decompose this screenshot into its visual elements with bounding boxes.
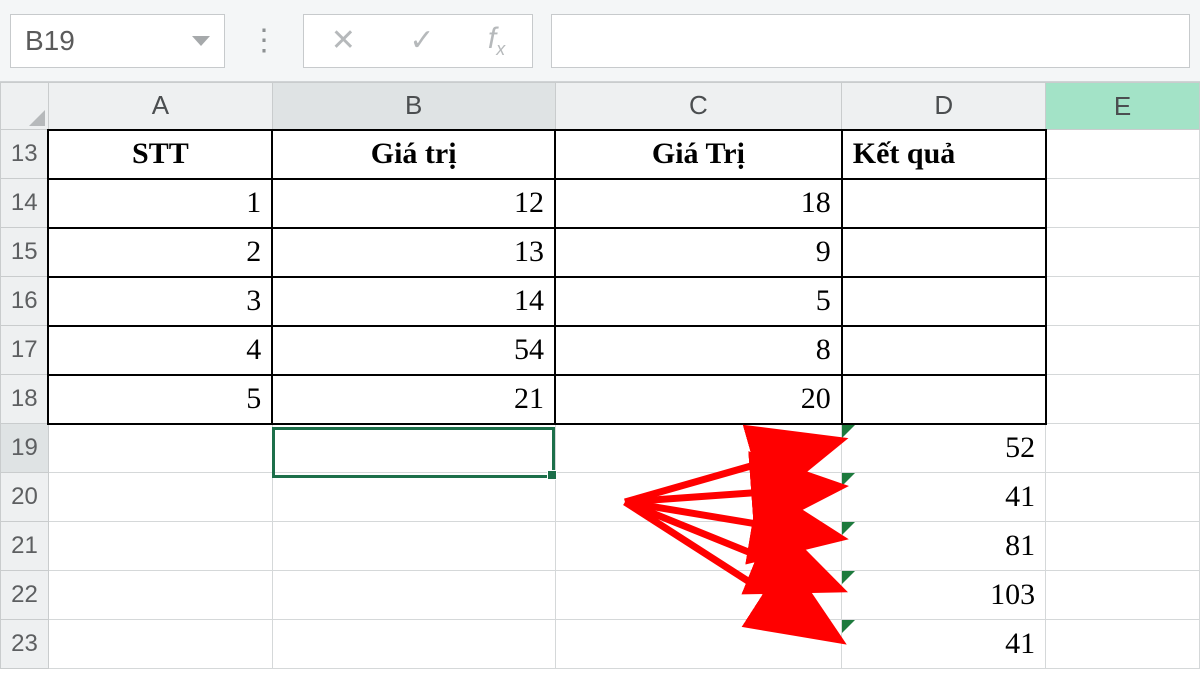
chevron-down-icon[interactable]: [192, 36, 210, 46]
row-header[interactable]: 13: [1, 130, 49, 179]
cell[interactable]: [555, 620, 842, 669]
formula-bar-buttons: ✕ ✓ fx: [303, 14, 533, 68]
row: 17 4 54 8: [1, 326, 1200, 375]
cell[interactable]: 8: [555, 326, 842, 375]
select-all-corner[interactable]: [1, 83, 49, 130]
row-header[interactable]: 14: [1, 179, 49, 228]
row-header[interactable]: 20: [1, 473, 49, 522]
row: 13 STT Giá trị Giá Trị Kết quả: [1, 130, 1200, 179]
cell[interactable]: 103: [842, 571, 1046, 620]
cell[interactable]: [48, 620, 272, 669]
row-header[interactable]: 23: [1, 620, 49, 669]
vertical-dots-icon[interactable]: ⋮: [243, 23, 285, 58]
row-header[interactable]: 21: [1, 522, 49, 571]
cell[interactable]: [842, 179, 1046, 228]
cell[interactable]: [272, 473, 555, 522]
cell[interactable]: 13: [272, 228, 555, 277]
cell[interactable]: [555, 522, 842, 571]
name-box[interactable]: B19: [10, 14, 225, 68]
cell[interactable]: Giá trị: [272, 130, 555, 179]
row-header[interactable]: 18: [1, 375, 49, 424]
cell[interactable]: 18: [555, 179, 842, 228]
cancel-icon[interactable]: ✕: [331, 23, 356, 58]
cell[interactable]: [1046, 522, 1200, 571]
cell[interactable]: 52: [842, 424, 1046, 473]
cell[interactable]: Kết quả: [842, 130, 1046, 179]
cell[interactable]: 21: [272, 375, 555, 424]
formula-bar-row: B19 ⋮ ✕ ✓ fx: [0, 0, 1200, 82]
cell[interactable]: [272, 571, 555, 620]
row: 19 52: [1, 424, 1200, 473]
cell[interactable]: [1046, 277, 1200, 326]
row: 21 81: [1, 522, 1200, 571]
row: 16 3 14 5: [1, 277, 1200, 326]
cell[interactable]: [842, 277, 1046, 326]
cell[interactable]: 12: [272, 179, 555, 228]
grid[interactable]: A B C D E 13 STT Giá trị Giá Trị Kết quả…: [0, 82, 1200, 669]
cell[interactable]: 20: [555, 375, 842, 424]
row: 20 41: [1, 473, 1200, 522]
col-header-B[interactable]: B: [272, 83, 555, 130]
col-header-C[interactable]: C: [555, 83, 842, 130]
name-box-value: B19: [25, 25, 75, 57]
worksheet[interactable]: A B C D E 13 STT Giá trị Giá Trị Kết quả…: [0, 82, 1200, 669]
cell[interactable]: [272, 620, 555, 669]
cell[interactable]: STT: [48, 130, 272, 179]
cell[interactable]: 1: [48, 179, 272, 228]
row: 15 2 13 9: [1, 228, 1200, 277]
row: 22 103: [1, 571, 1200, 620]
column-header-row: A B C D E: [1, 83, 1200, 130]
row: 18 5 21 20: [1, 375, 1200, 424]
cell[interactable]: [1046, 620, 1200, 669]
cell[interactable]: 14: [272, 277, 555, 326]
cell[interactable]: 2: [48, 228, 272, 277]
cell[interactable]: 9: [555, 228, 842, 277]
row-header[interactable]: 16: [1, 277, 49, 326]
cell[interactable]: [842, 228, 1046, 277]
cell[interactable]: [555, 473, 842, 522]
cell[interactable]: [48, 473, 272, 522]
col-header-D[interactable]: D: [842, 83, 1046, 130]
col-header-E[interactable]: E: [1046, 83, 1200, 130]
row-header[interactable]: 19: [1, 424, 49, 473]
cell[interactable]: [555, 424, 842, 473]
row: 14 1 12 18: [1, 179, 1200, 228]
cell[interactable]: [555, 571, 842, 620]
cell[interactable]: 5: [48, 375, 272, 424]
row-header[interactable]: 22: [1, 571, 49, 620]
cell[interactable]: [1046, 375, 1200, 424]
fx-icon[interactable]: fx: [488, 22, 505, 60]
cell[interactable]: [1046, 571, 1200, 620]
cell[interactable]: 81: [842, 522, 1046, 571]
cell[interactable]: [272, 522, 555, 571]
cell[interactable]: [1046, 326, 1200, 375]
cell[interactable]: 41: [842, 620, 1046, 669]
cell[interactable]: 41: [842, 473, 1046, 522]
cell[interactable]: [1046, 130, 1200, 179]
col-header-A[interactable]: A: [48, 83, 272, 130]
cell[interactable]: [48, 571, 272, 620]
row: 23 41: [1, 620, 1200, 669]
cell[interactable]: 4: [48, 326, 272, 375]
cell[interactable]: [842, 326, 1046, 375]
cell[interactable]: [1046, 228, 1200, 277]
cell[interactable]: 3: [48, 277, 272, 326]
cell[interactable]: [48, 522, 272, 571]
cell[interactable]: [842, 375, 1046, 424]
cell[interactable]: [48, 424, 272, 473]
cell[interactable]: 54: [272, 326, 555, 375]
row-header[interactable]: 17: [1, 326, 49, 375]
enter-icon[interactable]: ✓: [409, 23, 434, 58]
cell[interactable]: [1046, 179, 1200, 228]
cell-B19[interactable]: [272, 424, 555, 473]
formula-input[interactable]: [551, 14, 1190, 68]
cell[interactable]: 5: [555, 277, 842, 326]
row-header[interactable]: 15: [1, 228, 49, 277]
cell[interactable]: [1046, 424, 1200, 473]
cell[interactable]: Giá Trị: [555, 130, 842, 179]
cell[interactable]: [1046, 473, 1200, 522]
